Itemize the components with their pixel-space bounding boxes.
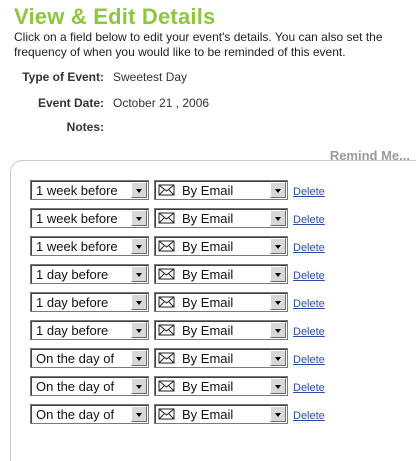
envelope-icon	[158, 267, 175, 281]
envelope-icon	[158, 211, 175, 225]
envelope-icon	[158, 407, 175, 421]
reminder-row: 1 week before By Email Delete	[30, 236, 410, 264]
reminder-row: 1 day before By Email Delete	[30, 264, 410, 292]
reminder-row: 1 week before By Email Delete	[30, 180, 410, 208]
reminder-method-select[interactable]: By Email	[154, 292, 288, 312]
dropdown-arrow-icon[interactable]	[270, 322, 286, 338]
dropdown-arrow-icon[interactable]	[131, 182, 147, 198]
reminder-timing-select[interactable]: 1 day before	[30, 292, 149, 312]
delete-reminder-link[interactable]: Delete	[293, 270, 325, 282]
envelope-icon	[158, 379, 175, 393]
reminder-method-value: By Email	[182, 379, 234, 394]
reminder-list: 1 week before By Email Delete 1 week before…	[30, 180, 410, 432]
reminder-timing-select[interactable]: 1 week before	[30, 180, 149, 200]
dropdown-arrow-icon[interactable]	[131, 266, 147, 282]
reminder-method-value: By Email	[182, 351, 234, 366]
dropdown-arrow-icon[interactable]	[270, 350, 286, 366]
notes-row[interactable]: Notes:	[0, 120, 416, 136]
delete-reminder-link[interactable]: Delete	[293, 242, 325, 254]
event-type-row[interactable]: Type of Event: Sweetest Day	[0, 70, 416, 86]
page-title: View & Edit Details	[14, 4, 216, 29]
reminder-timing-value: On the day of	[36, 379, 115, 394]
dropdown-arrow-icon[interactable]	[131, 406, 147, 422]
reminder-method-value: By Email	[182, 267, 234, 282]
reminder-method-value: By Email	[182, 211, 234, 226]
reminder-row: 1 day before By Email Delete	[30, 292, 410, 320]
reminder-method-select[interactable]: By Email	[154, 180, 288, 200]
reminder-method-value: By Email	[182, 183, 234, 198]
reminder-timing-select[interactable]: 1 week before	[30, 236, 149, 256]
dropdown-arrow-icon[interactable]	[270, 182, 286, 198]
reminder-timing-select[interactable]: 1 day before	[30, 264, 149, 284]
reminder-timing-select[interactable]: On the day of	[30, 376, 149, 396]
reminder-row: 1 day before By Email Delete	[30, 320, 410, 348]
envelope-icon	[158, 351, 175, 365]
reminder-row: On the day of By Email Delete	[30, 376, 410, 404]
envelope-icon	[158, 295, 175, 309]
notes-label: Notes:	[66, 120, 104, 134]
intro-text: Click on a field below to edit your even…	[14, 30, 383, 59]
reminder-timing-value: 1 day before	[36, 323, 109, 338]
reminder-timing-value: 1 week before	[36, 183, 118, 198]
dropdown-arrow-icon[interactable]	[270, 210, 286, 226]
delete-reminder-link[interactable]: Delete	[293, 410, 325, 422]
event-type-label: Type of Event:	[22, 70, 104, 84]
reminder-timing-value: 1 day before	[36, 267, 109, 282]
envelope-icon	[158, 183, 175, 197]
remind-me-heading: Remind Me...	[329, 148, 410, 163]
reminder-method-value: By Email	[182, 295, 234, 310]
reminder-method-select[interactable]: By Email	[154, 348, 288, 368]
delete-reminder-link[interactable]: Delete	[293, 382, 325, 394]
reminder-method-select[interactable]: By Email	[154, 264, 288, 284]
dropdown-arrow-icon[interactable]	[131, 350, 147, 366]
dropdown-arrow-icon[interactable]	[131, 378, 147, 394]
reminder-timing-select[interactable]: 1 day before	[30, 320, 149, 340]
dropdown-arrow-icon[interactable]	[131, 210, 147, 226]
reminder-timing-select[interactable]: On the day of	[30, 404, 149, 424]
dropdown-arrow-icon[interactable]	[270, 266, 286, 282]
reminder-method-select[interactable]: By Email	[154, 320, 288, 340]
dropdown-arrow-icon[interactable]	[270, 294, 286, 310]
dropdown-arrow-icon[interactable]	[270, 378, 286, 394]
delete-reminder-link[interactable]: Delete	[293, 326, 325, 338]
delete-reminder-link[interactable]: Delete	[293, 186, 325, 198]
reminder-method-value: By Email	[182, 239, 234, 254]
reminder-method-select[interactable]: By Email	[154, 208, 288, 228]
event-type-value[interactable]: Sweetest Day	[113, 70, 187, 84]
reminder-timing-value: On the day of	[36, 407, 115, 422]
reminder-method-value: By Email	[182, 407, 234, 422]
event-date-label: Event Date:	[37, 96, 104, 110]
reminder-method-value: By Email	[182, 323, 234, 338]
event-date-value[interactable]: October 21 , 2006	[113, 96, 209, 110]
delete-reminder-link[interactable]: Delete	[293, 298, 325, 310]
delete-reminder-link[interactable]: Delete	[293, 214, 325, 226]
reminder-timing-select[interactable]: On the day of	[30, 348, 149, 368]
reminder-row: On the day of By Email Delete	[30, 404, 410, 432]
reminder-row: On the day of By Email Delete	[30, 348, 410, 376]
event-date-row[interactable]: Event Date: October 21 , 2006	[0, 96, 416, 112]
reminder-timing-value: 1 week before	[36, 211, 118, 226]
reminder-method-select[interactable]: By Email	[154, 376, 288, 396]
dropdown-arrow-icon[interactable]	[270, 238, 286, 254]
reminder-timing-value: On the day of	[36, 351, 115, 366]
reminder-row: 1 week before By Email Delete	[30, 208, 410, 236]
reminder-method-select[interactable]: By Email	[154, 404, 288, 424]
reminder-method-select[interactable]: By Email	[154, 236, 288, 256]
dropdown-arrow-icon[interactable]	[131, 238, 147, 254]
reminder-timing-value: 1 week before	[36, 239, 118, 254]
delete-reminder-link[interactable]: Delete	[293, 354, 325, 366]
envelope-icon	[158, 239, 175, 253]
reminder-timing-select[interactable]: 1 week before	[30, 208, 149, 228]
envelope-icon	[158, 323, 175, 337]
dropdown-arrow-icon[interactable]	[270, 406, 286, 422]
dropdown-arrow-icon[interactable]	[131, 294, 147, 310]
reminder-timing-value: 1 day before	[36, 295, 109, 310]
dropdown-arrow-icon[interactable]	[131, 322, 147, 338]
